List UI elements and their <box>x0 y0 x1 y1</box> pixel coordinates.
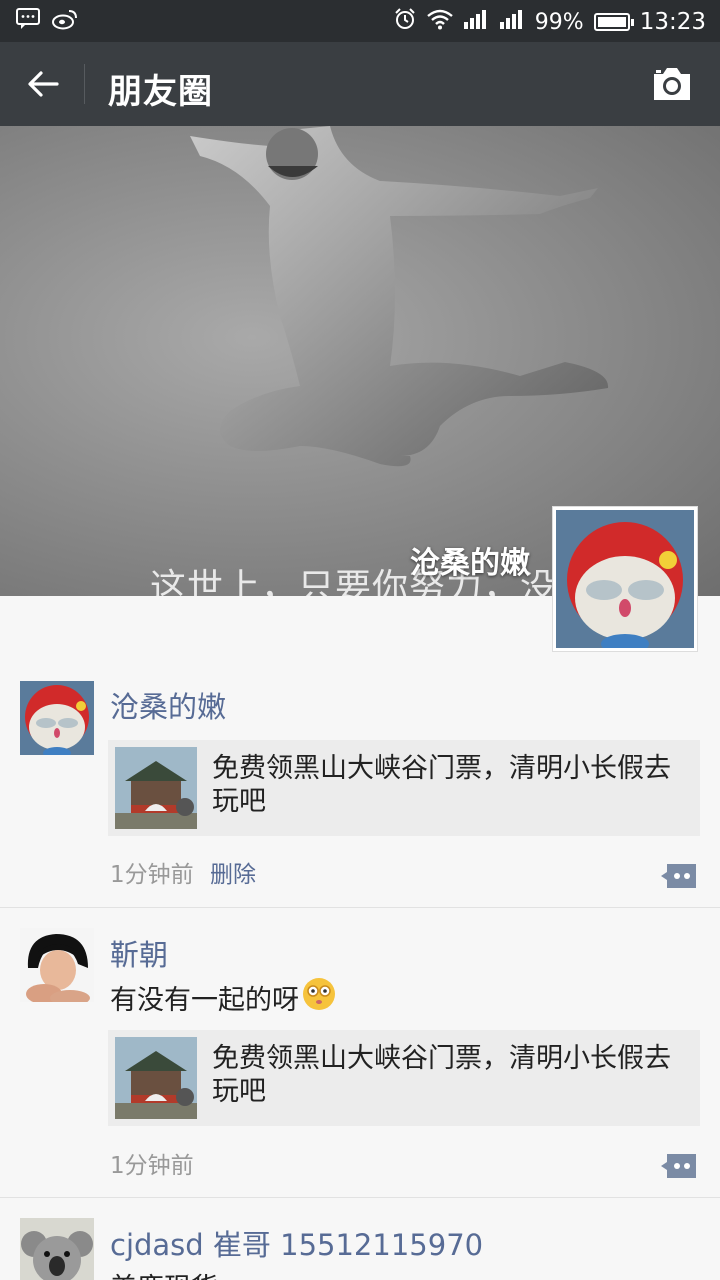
wifi-icon <box>427 8 453 36</box>
camera-button[interactable] <box>650 64 694 104</box>
comment-icon <box>661 1154 696 1178</box>
signal-icon <box>463 8 489 36</box>
clock: 13:23 <box>639 9 706 35</box>
avatar[interactable] <box>20 681 94 755</box>
weibo-icon <box>52 8 78 36</box>
emoji-icon <box>301 976 337 1019</box>
post-text: 美鹿现货 <box>110 1266 218 1280</box>
back-button[interactable] <box>18 62 68 106</box>
avatar[interactable] <box>20 928 94 1002</box>
battery-icon <box>593 13 634 31</box>
header-divider <box>84 64 85 104</box>
signal-icon <box>499 8 525 36</box>
post-author[interactable]: 沧桑的嫩 <box>110 684 226 726</box>
feed-item: 沧桑的嫩 免费领黑山大峡谷门票，清明小长假去玩吧 1分钟前 删除 <box>0 652 720 908</box>
link-thumbnail <box>115 1037 197 1119</box>
back-arrow-icon <box>28 71 59 97</box>
status-bar: 99% 13:23 <box>0 0 720 42</box>
link-card[interactable]: 免费领黑山大峡谷门票，清明小长假去玩吧 <box>108 740 700 836</box>
post-author[interactable]: 靳朝 <box>110 932 168 974</box>
cover-user-name: 沧桑的嫩 <box>410 546 530 581</box>
link-card[interactable]: 免费领黑山大峡谷门票，清明小长假去玩吧 <box>108 1030 700 1126</box>
camera-icon <box>654 68 690 100</box>
comment-button[interactable] <box>660 862 698 890</box>
comment-icon <box>661 864 696 888</box>
post-time: 1分钟前 <box>110 1153 194 1179</box>
delete-link[interactable]: 删除 <box>210 855 256 889</box>
feed-item: cjdasd 崔哥 15512115970 美鹿现货 <box>0 1198 720 1280</box>
battery-percent: 99% <box>534 9 584 35</box>
post-text-content: 有没有一起的呀 <box>110 985 299 1016</box>
post-author[interactable]: cjdasd 崔哥 15512115970 <box>110 1222 483 1264</box>
avatar[interactable] <box>20 1218 94 1280</box>
comment-button[interactable] <box>660 1152 698 1180</box>
link-thumbnail <box>115 747 197 829</box>
top-bar: 朋友圈 <box>0 42 720 126</box>
message-icon <box>16 8 40 36</box>
link-title: 免费领黑山大峡谷门票，清明小长假去玩吧 <box>212 753 671 817</box>
avatar <box>556 510 694 654</box>
post-text: 有没有一起的呀 <box>110 976 337 1019</box>
post-time: 1分钟前 <box>110 862 194 888</box>
cover-avatar[interactable] <box>552 506 698 654</box>
feed-item: 靳朝 有没有一起的呀 免费领黑山大峡谷门票，清明小长假去玩吧 1分钟前 <box>0 908 720 1198</box>
page-title: 朋友圈 <box>108 72 213 112</box>
link-title: 免费领黑山大峡谷门票，清明小长假去玩吧 <box>212 1043 671 1107</box>
alarm-icon <box>393 7 417 37</box>
